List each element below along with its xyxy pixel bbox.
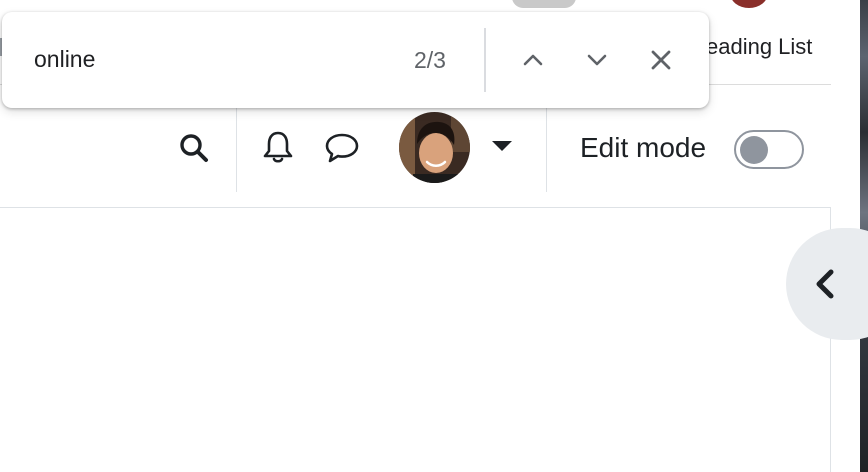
page-content [0, 208, 831, 472]
chat-bubble-icon [325, 133, 359, 163]
search-icon [180, 134, 208, 162]
caret-down-icon[interactable] [492, 141, 512, 151]
chevron-down-icon [587, 54, 607, 66]
find-next-button[interactable] [577, 40, 617, 80]
toggle-knob [740, 136, 768, 164]
find-match-count: 2/3 [414, 47, 446, 73]
chevron-up-icon [523, 54, 543, 66]
navbar-separator [236, 108, 237, 192]
notifications-button[interactable] [260, 128, 296, 166]
find-in-page-bar: 2/3 [2, 12, 709, 108]
navbar-separator [546, 108, 547, 192]
close-icon [651, 50, 671, 70]
find-previous-button[interactable] [513, 40, 553, 80]
chevron-left-icon [816, 269, 834, 299]
reading-list-button[interactable]: eading List [706, 34, 812, 60]
bell-icon [263, 131, 293, 163]
user-photo [399, 112, 470, 183]
search-button[interactable] [176, 130, 212, 166]
find-input[interactable] [34, 46, 374, 73]
browser-profile-avatar[interactable] [730, 0, 768, 8]
find-close-button[interactable] [641, 40, 681, 80]
toolbar-pill-button[interactable] [512, 0, 576, 8]
messages-button[interactable] [322, 130, 362, 166]
find-divider [484, 28, 486, 92]
edit-mode-toggle[interactable] [734, 130, 804, 169]
user-avatar[interactable] [399, 112, 470, 183]
edit-mode-label: Edit mode [580, 132, 707, 163]
